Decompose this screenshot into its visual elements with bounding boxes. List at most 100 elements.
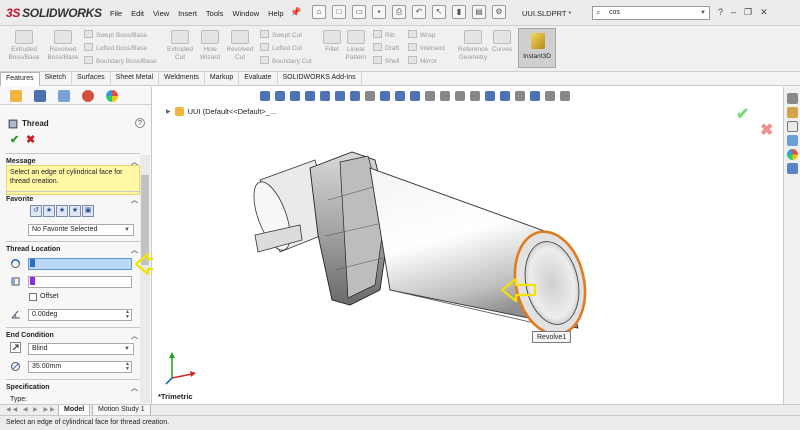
panel-scrollbar[interactable]	[140, 155, 150, 403]
zoom-area-icon[interactable]	[275, 91, 285, 101]
options-gear-icon[interactable]: ⚙	[492, 5, 506, 19]
eye-icon[interactable]	[425, 91, 435, 101]
configuration-manager-icon[interactable]	[58, 90, 70, 102]
search-dropdown-icon[interactable]: ▼	[700, 7, 706, 19]
solidworks-resources-icon[interactable]	[787, 93, 798, 104]
view-orientation-icon[interactable]	[335, 91, 345, 101]
ambient-occlusion-icon[interactable]	[515, 91, 525, 101]
hole-wizard-button[interactable]: Hole Wizard	[196, 30, 224, 61]
dimxpert-icon[interactable]	[82, 90, 94, 102]
rib-button[interactable]: Rib	[373, 30, 395, 39]
boundary-boss-button[interactable]: Boundary Boss/Base	[84, 56, 157, 65]
flyout-feature-tree[interactable]: ▶ UUI (Default<<Default>_...	[166, 107, 276, 116]
tab-markup[interactable]: Markup	[205, 72, 240, 86]
intersect-button[interactable]: Intersect	[408, 43, 445, 52]
collapse-chevron-icon[interactable]: ︿	[131, 331, 138, 341]
extruded-boss-button[interactable]: Extruded Boss/Base	[6, 30, 42, 61]
collapse-chevron-icon[interactable]: ︿	[131, 383, 138, 393]
edit-appearance-icon[interactable]	[380, 91, 390, 101]
realview-icon[interactable]	[455, 91, 465, 101]
print-icon[interactable]: ⎙	[392, 5, 406, 19]
minimize-icon[interactable]: –	[731, 7, 736, 18]
end-condition-select[interactable]: Blind ▼	[28, 343, 134, 355]
perspective-icon[interactable]	[530, 91, 540, 101]
tab-addins[interactable]: SOLIDWORKS Add-Ins	[278, 72, 362, 86]
design-library-icon[interactable]	[787, 107, 798, 118]
monitor-icon[interactable]	[470, 91, 480, 101]
shadows-icon[interactable]	[500, 91, 510, 101]
view-palette-icon[interactable]	[787, 135, 798, 146]
menu-file[interactable]: File	[110, 9, 122, 18]
curves-button[interactable]: Curves	[490, 30, 514, 54]
dynamic-annotation-icon[interactable]	[320, 91, 330, 101]
wrap-button[interactable]: Wrap	[408, 30, 435, 39]
rebuild-icon[interactable]: ▮	[452, 5, 466, 19]
appearances-icon[interactable]	[787, 149, 798, 160]
tab-surfaces[interactable]: Surfaces	[72, 72, 111, 86]
previous-view-icon[interactable]	[290, 91, 300, 101]
confirm-corner-ok[interactable]: ✔	[736, 104, 749, 124]
revolved-cut-button[interactable]: Revolved Cut	[224, 30, 256, 61]
menu-view[interactable]: View	[153, 9, 169, 18]
swept-cut-button[interactable]: Swept Cut	[260, 30, 302, 39]
add-favorite-icon[interactable]: ★	[43, 205, 55, 217]
zoom-to-fit-icon[interactable]	[260, 91, 270, 101]
lofted-cut-button[interactable]: Lofted Cut	[260, 43, 302, 52]
thread-location-section-header[interactable]: Thread Location ︿	[6, 242, 140, 254]
offset-checkbox[interactable]	[29, 293, 37, 301]
shell-button[interactable]: Shell	[373, 56, 399, 65]
tab-sketch[interactable]: Sketch	[40, 72, 73, 86]
help-button[interactable]: ?	[135, 118, 145, 128]
select-cursor-icon[interactable]: ↖	[432, 5, 446, 19]
camera-icon[interactable]	[485, 91, 495, 101]
feature-tree-icon[interactable]	[10, 90, 22, 102]
reference-geometry-button[interactable]: Reference Geometry	[456, 30, 490, 61]
decals-icon[interactable]	[440, 91, 450, 101]
display-style-icon[interactable]	[350, 91, 360, 101]
view-settings-icon[interactable]	[410, 91, 420, 101]
menu-help[interactable]: Help	[268, 9, 283, 18]
menu-tools[interactable]: Tools	[206, 9, 224, 18]
collapse-chevron-icon[interactable]: ︿	[131, 195, 138, 205]
menu-window[interactable]: Window	[232, 9, 259, 18]
open-folder-icon[interactable]: ▭	[352, 5, 366, 19]
angle-input[interactable]: 0.00deg ▲ ▼	[28, 309, 132, 321]
boundary-cut-button[interactable]: Boundary Cut	[260, 56, 312, 65]
pin-icon[interactable]: 📌	[290, 7, 301, 18]
confirm-corner-cancel[interactable]: ✖	[760, 120, 773, 140]
spinner-icon[interactable]: ▲ ▼	[125, 310, 130, 320]
tab-navigation-arrows[interactable]: ◀◀ ◀ ▶ ▶▶	[6, 406, 57, 413]
favorite-select[interactable]: No Favorite Selected ▼	[28, 224, 134, 236]
more-view-options-icon[interactable]	[560, 91, 570, 101]
restore-icon[interactable]: ❐	[744, 7, 752, 18]
apply-defaults-icon[interactable]: ↺	[30, 205, 42, 217]
specification-section-header[interactable]: Specification ︿	[6, 380, 140, 392]
extruded-cut-button[interactable]: Extruded Cut	[162, 30, 198, 61]
help-icon[interactable]: ?	[718, 7, 723, 18]
home-icon[interactable]: ⌂	[312, 5, 326, 19]
revolved-boss-button[interactable]: Revolved Boss/Base	[44, 30, 82, 61]
undo-icon[interactable]: ↶	[412, 5, 426, 19]
tab-sheet-metal[interactable]: Sheet Metal	[111, 72, 160, 86]
edge-selection-field[interactable]	[28, 258, 132, 270]
search-input[interactable]: ⌕ cos ▼	[592, 6, 710, 20]
tab-evaluate[interactable]: Evaluate	[239, 72, 278, 86]
menu-edit[interactable]: Edit	[131, 9, 144, 18]
display-manager-icon[interactable]	[106, 90, 118, 102]
fillet-button[interactable]: Fillet	[322, 30, 342, 54]
close-icon[interactable]: ✕	[760, 7, 768, 18]
lofted-boss-button[interactable]: Lofted Boss/Base	[84, 43, 147, 52]
start-face-field[interactable]	[28, 276, 132, 288]
delete-favorite-icon[interactable]: ★	[69, 205, 81, 217]
spinner-icon[interactable]: ▲ ▼	[125, 362, 130, 372]
reverse-direction-icon[interactable]	[10, 342, 21, 353]
save-icon[interactable]: ▪	[372, 5, 386, 19]
instant3d-button[interactable]: Instant3D	[518, 28, 556, 68]
swept-boss-button[interactable]: Swept Boss/Base	[84, 30, 147, 39]
cartoon-icon[interactable]	[545, 91, 555, 101]
apply-scene-icon[interactable]	[395, 91, 405, 101]
new-document-icon[interactable]: □	[332, 5, 346, 19]
custom-properties-icon[interactable]	[787, 163, 798, 174]
file-properties-icon[interactable]: ▤	[472, 5, 486, 19]
tab-weldments[interactable]: Weldments	[159, 72, 205, 86]
